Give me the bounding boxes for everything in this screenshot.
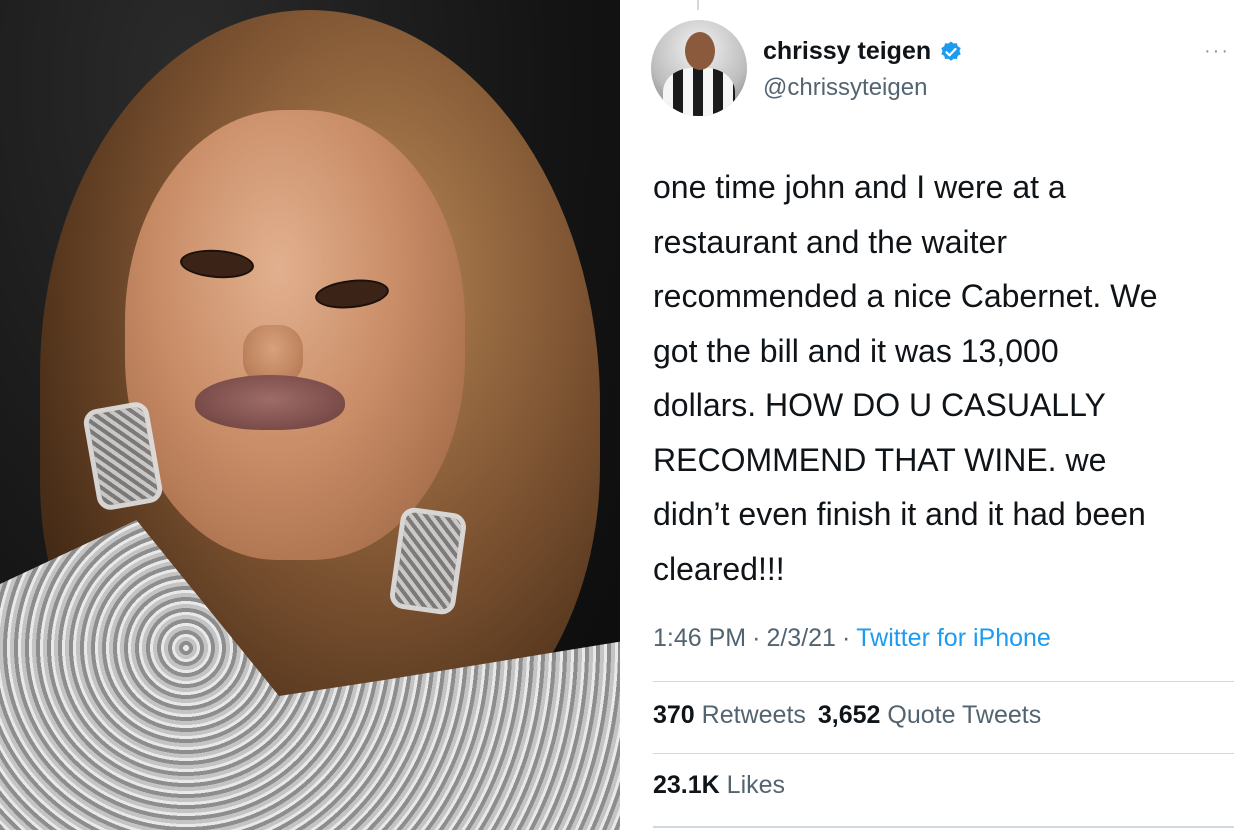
tweet-line: didn’t even finish it and it had been: [653, 496, 1146, 532]
likes-stat[interactable]: 23.1K Likes: [653, 771, 785, 800]
tweet-source-link[interactable]: Twitter for iPhone: [856, 624, 1051, 652]
quote-tweets-count: 3,652: [817, 701, 881, 729]
tweet-line: got the bill and it was 13,000: [653, 332, 1059, 369]
engagement-stats: 370 Retweets 3,652 Quote Tweets: [653, 701, 1041, 730]
more-options-icon[interactable]: ···: [1204, 40, 1230, 63]
quote-tweets-stat[interactable]: 3,652 Quote Tweets: [818, 701, 1041, 729]
thread-connector: [697, 0, 699, 10]
tweet-line: dollars. HOW DO U CASUALLY: [653, 387, 1106, 423]
lips: [195, 375, 345, 430]
tweet-date[interactable]: 2/3/21: [766, 624, 836, 652]
retweets-stat[interactable]: 370 Retweets: [653, 701, 806, 729]
left-eye: [179, 247, 255, 281]
portrait-photo: [0, 0, 620, 830]
meta-separator: ·: [752, 624, 761, 652]
avatar-head: [685, 32, 715, 70]
retweets-count: 370: [653, 701, 695, 729]
likes-count: 23.1K: [653, 771, 720, 799]
author-name[interactable]: chrissy teigen: [763, 37, 931, 66]
meta-separator: ·: [841, 624, 851, 652]
right-eye: [313, 276, 391, 312]
tweet-text: one time john and I were at a restaurant…: [653, 160, 1233, 596]
author-name-row: chrissy teigen: [763, 37, 963, 66]
tweet-line: one time john and I were at a: [653, 169, 1066, 205]
likes-label: Likes: [726, 771, 786, 799]
face: [125, 110, 465, 560]
tweet-metadata: 1:46 PM · 2/3/21 · Twitter for iPhone: [653, 624, 1051, 653]
retweets-label: Retweets: [701, 701, 806, 729]
tweet-time[interactable]: 1:46 PM: [653, 624, 746, 652]
author-handle[interactable]: @chrissyteigen: [763, 74, 927, 102]
tweet-line: recommended a nice Cabernet. We: [653, 278, 1158, 314]
divider: [653, 753, 1234, 754]
tweet-line: RECOMMEND THAT WINE. we: [653, 441, 1107, 478]
avatar-fur-coat: [663, 68, 735, 116]
divider: [653, 826, 1234, 828]
avatar[interactable]: [651, 20, 747, 116]
right-earring: [388, 505, 468, 617]
tweet-line: cleared!!!: [653, 550, 785, 587]
tweet-line: restaurant and the waiter: [653, 223, 1007, 260]
divider: [653, 681, 1234, 682]
quote-tweets-label: Quote Tweets: [887, 701, 1042, 729]
tweet-card: chrissy teigen @chrissyteigen ··· one ti…: [633, 0, 1250, 830]
verified-badge-icon: [939, 40, 963, 64]
